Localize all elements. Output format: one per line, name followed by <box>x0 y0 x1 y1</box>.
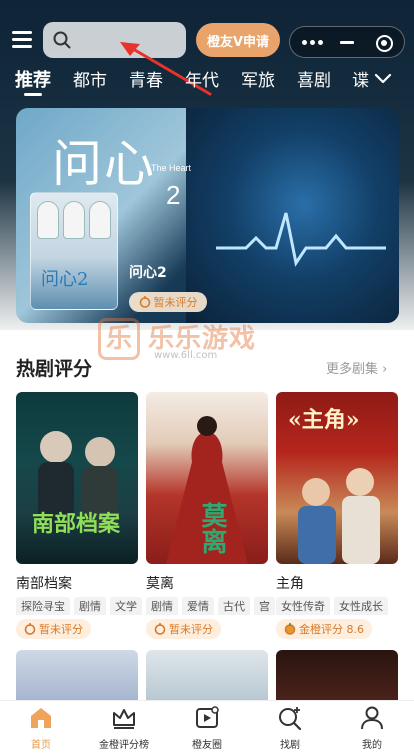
drama-poster: «主角» <box>276 392 398 564</box>
tag[interactable]: 古代 <box>218 597 250 615</box>
score-text: 暂未评分 <box>39 623 83 636</box>
nav-circle[interactable]: 橙友圈 <box>167 705 247 751</box>
drama-poster: 南部档案 <box>16 392 138 564</box>
orange-score-icon <box>139 296 150 308</box>
banner-title-en: The Heart <box>151 163 192 173</box>
drama-card[interactable]: 莫离 莫离 剧情 爱情 古代宫 暂未评分 <box>146 392 275 639</box>
tab-spy[interactable]: 谍 <box>352 66 369 91</box>
drama-card[interactable]: 南部档案 南部档案 探险寻宝 剧情 文学 暂未评分 <box>16 392 142 639</box>
tab-era[interactable]: 年代 <box>185 66 219 91</box>
banner-mini-poster: 问心2 <box>30 192 118 310</box>
miniapp-capsule <box>289 26 405 58</box>
drama-poster-partial[interactable] <box>146 650 268 700</box>
tag[interactable]: 剧情 <box>74 597 106 615</box>
drama-tags: 女性传奇 女性成长 <box>276 595 406 615</box>
poster-title: 莫离 <box>197 502 227 554</box>
drama-tags: 剧情 爱情 古代宫 <box>146 595 276 615</box>
mini-poster-title: 问心2 <box>41 269 89 290</box>
orange-score-icon <box>284 623 296 635</box>
nav-label: 金橙评分榜 <box>99 740 149 751</box>
heartbeat-line-icon <box>216 212 386 267</box>
search-plus-icon <box>279 707 302 731</box>
nav-ranking[interactable]: 金橙评分榜 <box>84 705 164 751</box>
orange-score-icon <box>154 623 166 635</box>
nav-label: 首页 <box>31 740 51 751</box>
nav-label: 我的 <box>362 740 382 751</box>
search-icon <box>53 31 71 49</box>
score-badge: 暂未评分 <box>146 619 221 639</box>
nav-label: 找剧 <box>280 740 300 751</box>
active-tab-indicator <box>24 93 42 96</box>
score-badge: 金橙评分 8.6 <box>276 619 372 639</box>
tag[interactable]: 宫 <box>254 597 275 615</box>
chevron-down-icon[interactable] <box>373 70 393 88</box>
play-icon <box>196 706 219 728</box>
banner-show-name: 问心2 <box>129 265 167 281</box>
tab-youth[interactable]: 青春 <box>129 66 163 91</box>
drama-card[interactable]: «主角» 主角 女性传奇 女性成长 金橙评分 8.6 <box>276 392 398 639</box>
nav-home[interactable]: 首页 <box>1 705 81 751</box>
vip-apply-button[interactable]: 橙友V申请 <box>196 23 280 57</box>
home-icon <box>31 708 51 728</box>
tab-military[interactable]: 军旅 <box>241 66 275 91</box>
drama-name: 主角 <box>276 576 304 592</box>
banner-title-num: 2 <box>166 180 181 210</box>
bottom-navigation: 首页 金橙评分榜 橙友圈 找剧 我的 <box>0 700 414 754</box>
drama-poster-partial[interactable] <box>276 650 398 700</box>
tab-comedy[interactable]: 喜剧 <box>297 66 331 91</box>
tag[interactable]: 女性成长 <box>334 597 388 615</box>
section-title: 热剧评分 <box>16 358 93 380</box>
tag[interactable]: 女性传奇 <box>276 597 330 615</box>
category-tabs: 推荐 都市 青春 年代 军旅 喜剧 谍 <box>0 66 414 98</box>
more-dramas-link[interactable]: 更多剧集 › <box>326 358 387 377</box>
tab-recommend[interactable]: 推荐 <box>15 66 51 92</box>
drama-poster-partial[interactable] <box>16 650 138 700</box>
score-text: 暂未评分 <box>169 623 213 636</box>
banner-title-art: 问心 <box>52 135 156 193</box>
banner-score-text: 暂未评分 <box>153 296 198 309</box>
tab-urban[interactable]: 都市 <box>73 66 107 91</box>
poster-title: «主角» <box>288 407 360 433</box>
tag[interactable]: 探险寻宝 <box>16 597 70 615</box>
tag[interactable]: 爱情 <box>182 597 214 615</box>
drama-name: 南部档案 <box>16 576 72 592</box>
menu-icon[interactable] <box>12 31 32 49</box>
banner-score-badge: 暂未评分 <box>129 292 207 312</box>
poster-title: 南部档案 <box>32 511 121 537</box>
orange-score-icon <box>24 623 36 635</box>
drama-tags: 探险寻宝 剧情 文学 <box>16 595 146 615</box>
drama-poster: 莫离 <box>146 392 268 564</box>
nav-profile[interactable]: 我的 <box>332 705 412 751</box>
minimize-icon[interactable] <box>340 41 354 44</box>
nav-find[interactable]: 找剧 <box>250 705 330 751</box>
crown-icon <box>113 709 135 729</box>
watermark-url: www.6ll.com <box>154 350 218 361</box>
close-miniapp-icon[interactable] <box>376 35 393 52</box>
drama-name: 莫离 <box>146 576 174 592</box>
score-text: 金橙评分 8.6 <box>299 623 364 636</box>
user-icon <box>361 706 383 730</box>
watermark-logo: 乐 <box>98 318 140 360</box>
featured-banner[interactable]: 问心 The Heart 2 问心2 问心2 暂未评分 <box>16 108 399 323</box>
nav-label: 橙友圈 <box>192 740 222 751</box>
watermark: 乐 乐乐游戏 www.6ll.com <box>98 318 268 368</box>
tag[interactable]: 剧情 <box>146 597 178 615</box>
score-badge: 暂未评分 <box>16 619 91 639</box>
tag[interactable]: 文学 <box>110 597 142 615</box>
